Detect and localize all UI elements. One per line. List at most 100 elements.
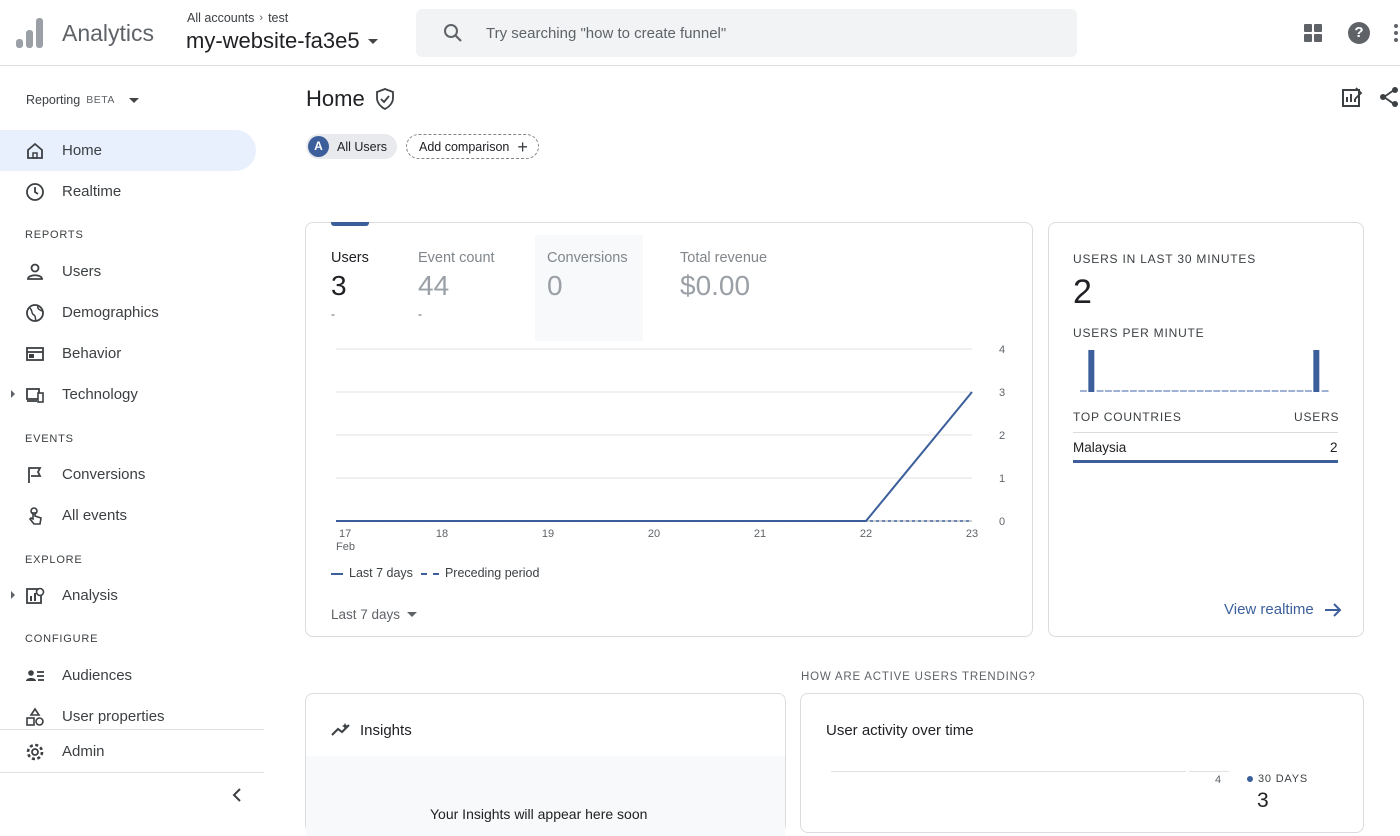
top-app-bar: Analytics All accounts › test my-website… bbox=[0, 0, 1400, 66]
legend-swatch-solid bbox=[331, 573, 343, 575]
y-tick-label: 3 bbox=[999, 387, 1005, 399]
sidebar-item-realtime[interactable]: Realtime bbox=[0, 171, 256, 212]
sidebar-item-analysis[interactable]: Analysis bbox=[0, 575, 256, 616]
series-line-last-7-days bbox=[336, 392, 972, 521]
per-minute-bar bbox=[1230, 390, 1237, 392]
sidebar-item-label: Demographics bbox=[62, 304, 159, 321]
x-tick-month: Feb bbox=[336, 541, 355, 551]
audiences-icon bbox=[25, 666, 45, 686]
sidebar-item-label: Behavior bbox=[62, 345, 121, 362]
user-activity-card: User activity over time 4 30 DAYS 3 bbox=[800, 693, 1364, 833]
property-selector[interactable]: my-website-fa3e5 bbox=[186, 28, 378, 54]
metric-value: $0.00 bbox=[680, 270, 750, 302]
sidebar-item-demographics[interactable]: Demographics bbox=[0, 292, 256, 333]
legend-label: Preceding period bbox=[445, 566, 540, 580]
sidebar-item-label: Realtime bbox=[62, 183, 121, 200]
grid-line bbox=[831, 771, 1186, 772]
collapse-sidebar-icon[interactable] bbox=[230, 788, 244, 802]
globe-icon bbox=[25, 303, 45, 323]
sidebar-item-all-events[interactable]: All events bbox=[0, 495, 256, 536]
sidebar-item-label: Admin bbox=[62, 743, 105, 760]
per-minute-bar bbox=[1097, 390, 1104, 392]
sidebar-item-label: User properties bbox=[62, 708, 165, 725]
verified-shield-icon bbox=[375, 88, 395, 110]
sidebar-item-label: All events bbox=[62, 507, 127, 524]
expand-arrow-icon[interactable] bbox=[11, 390, 15, 398]
per-minute-bar bbox=[1197, 390, 1204, 392]
segment-chip-all-users[interactable]: A All Users bbox=[306, 134, 397, 159]
metric-tab-total-revenue[interactable]: Total revenue $0.00 bbox=[680, 235, 810, 341]
devices-icon bbox=[25, 385, 45, 405]
search-bar[interactable] bbox=[416, 9, 1077, 57]
sidebar-item-technology[interactable]: Technology bbox=[0, 374, 256, 415]
legend-dot bbox=[1247, 776, 1253, 782]
per-minute-bar bbox=[1122, 390, 1129, 392]
sidebar-item-label: Home bbox=[62, 142, 102, 159]
per-minute-bar bbox=[1188, 390, 1195, 392]
clock-icon bbox=[25, 182, 45, 202]
trend-section-heading: HOW ARE ACTIVE USERS TRENDING? bbox=[801, 671, 1036, 683]
per-minute-bar bbox=[1297, 390, 1304, 392]
date-range-picker[interactable]: Last 7 days bbox=[331, 607, 417, 622]
expand-arrow-icon[interactable] bbox=[11, 591, 15, 599]
per-minute-bar bbox=[1105, 390, 1112, 392]
sidebar-item-users[interactable]: Users bbox=[0, 251, 256, 292]
breadcrumb-property[interactable]: test bbox=[268, 11, 288, 25]
metric-tab-event-count[interactable]: Event count 44 - bbox=[418, 235, 528, 341]
add-comparison-label: Add comparison bbox=[419, 140, 509, 154]
per-minute-bar bbox=[1155, 390, 1162, 392]
users-per-minute-heading: USERS PER MINUTE bbox=[1073, 326, 1204, 340]
realtime-users-value: 2 bbox=[1073, 273, 1092, 312]
per-minute-bar bbox=[1138, 390, 1145, 392]
y-tick-label: 4 bbox=[999, 344, 1005, 356]
share-icon[interactable] bbox=[1378, 86, 1400, 108]
user-activity-title: User activity over time bbox=[826, 722, 974, 739]
chart-legend: Last 7 days Preceding period bbox=[331, 566, 539, 580]
sidebar-item-conversions[interactable]: Conversions bbox=[0, 454, 256, 495]
metric-label: Total revenue bbox=[680, 250, 767, 266]
y-tick-label: 0 bbox=[999, 516, 1005, 528]
help-icon[interactable]: ? bbox=[1348, 22, 1370, 44]
insights-body: Your Insights will appear here soon bbox=[430, 806, 647, 822]
add-comparison-button[interactable]: Add comparison + bbox=[406, 134, 539, 159]
y-axis-tick: 4 bbox=[1215, 774, 1221, 786]
metric-tab-users[interactable]: Users 3 - bbox=[331, 235, 411, 341]
sidebar-item-behavior[interactable]: Behavior bbox=[0, 333, 256, 374]
browser-icon bbox=[25, 344, 45, 364]
per-minute-bar bbox=[1280, 390, 1287, 392]
metric-label: Users bbox=[331, 250, 369, 266]
beta-badge: BETA bbox=[86, 94, 115, 106]
country-users: 2 bbox=[1330, 440, 1338, 455]
divider bbox=[0, 772, 264, 773]
customize-report-icon[interactable] bbox=[1341, 86, 1363, 108]
analysis-icon bbox=[25, 586, 45, 606]
reporting-selector[interactable]: Reporting BETA bbox=[26, 93, 139, 107]
per-minute-bar bbox=[1088, 350, 1094, 392]
segment-avatar: A bbox=[308, 136, 329, 157]
per-minute-bar bbox=[1322, 390, 1329, 392]
grid-line bbox=[1189, 771, 1229, 772]
metric-value: 3 bbox=[331, 270, 347, 302]
more-vert-icon[interactable] bbox=[1394, 22, 1400, 44]
section-label-configure: CONFIGURE bbox=[25, 633, 98, 645]
search-input[interactable] bbox=[486, 9, 1046, 57]
page-title: Home bbox=[306, 86, 365, 112]
sidebar-item-admin[interactable]: Admin bbox=[0, 731, 256, 772]
per-minute-bar bbox=[1130, 390, 1137, 392]
realtime-card: USERS IN LAST 30 MINUTES 2 USERS PER MIN… bbox=[1048, 222, 1364, 637]
reporting-label: Reporting bbox=[26, 93, 80, 107]
legend-swatch-dashed bbox=[421, 573, 439, 575]
sidebar-item-home[interactable]: Home bbox=[0, 130, 256, 171]
sidebar-item-label: Audiences bbox=[62, 667, 132, 684]
analytics-logo-icon[interactable] bbox=[16, 16, 44, 48]
per-minute-bar bbox=[1222, 390, 1229, 392]
sidebar-item-audiences[interactable]: Audiences bbox=[0, 655, 256, 696]
insights-card: Insights Your Insights will appear here … bbox=[305, 693, 786, 833]
apps-grid-icon[interactable] bbox=[1304, 24, 1322, 42]
users-line-chart: 0123417Feb181920212223 bbox=[306, 341, 1032, 551]
view-realtime-link[interactable]: View realtime bbox=[1224, 601, 1342, 618]
country-share-bar bbox=[1073, 460, 1338, 463]
touch-icon bbox=[25, 506, 45, 526]
breadcrumb-account[interactable]: All accounts bbox=[187, 11, 254, 25]
metric-tab-conversions[interactable]: Conversions 0 bbox=[535, 235, 643, 341]
